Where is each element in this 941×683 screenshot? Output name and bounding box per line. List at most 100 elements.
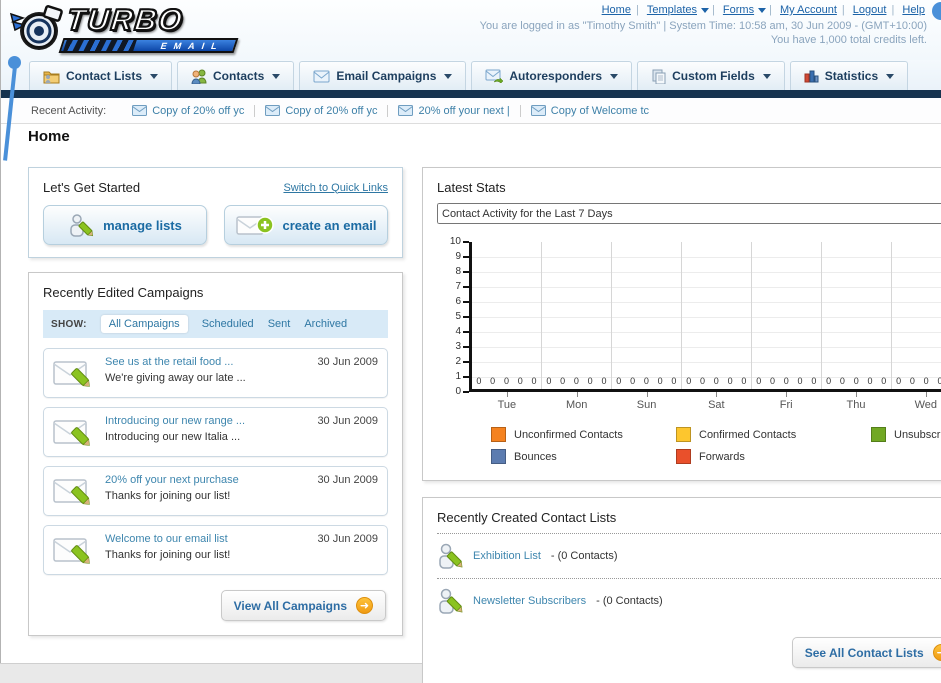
filter-scheduled[interactable]: Scheduled bbox=[202, 318, 254, 330]
campaign-date: 30 Jun 2009 bbox=[317, 356, 378, 368]
chart-value-label: 0 bbox=[909, 376, 915, 386]
recent-activity-item[interactable]: 20% off your next | bbox=[388, 104, 521, 117]
legend-label: Bounces bbox=[514, 450, 557, 463]
templates-dropdown-icon[interactable] bbox=[701, 7, 709, 13]
see-all-contact-lists-button[interactable]: See All Contact Lists ➜ bbox=[791, 637, 941, 668]
switch-quick-links[interactable]: Switch to Quick Links bbox=[283, 182, 388, 194]
campaign-row[interactable]: Introducing our new range ... 30 Jun 2009… bbox=[43, 407, 388, 457]
x-tick-label: Thu bbox=[821, 392, 891, 411]
corner-decoration-dot bbox=[932, 2, 941, 20]
latest-stats-panel: Latest Stats Contact Activity for the La… bbox=[422, 167, 941, 481]
filter-archived[interactable]: Archived bbox=[304, 318, 347, 330]
contacts-icon bbox=[191, 69, 207, 84]
x-tick-label: Sun bbox=[612, 392, 682, 411]
recent-activity-item[interactable]: Copy of 20% off yc bbox=[255, 104, 389, 117]
autoresponders-icon bbox=[485, 69, 504, 83]
tab-email-campaigns[interactable]: Email Campaigns bbox=[299, 61, 467, 90]
link-home[interactable]: Home bbox=[602, 4, 631, 16]
x-tick-label: Fri bbox=[751, 392, 821, 411]
chevron-down-icon bbox=[444, 73, 453, 79]
show-label: SHOW: bbox=[51, 318, 87, 330]
manage-lists-button[interactable]: manage lists bbox=[43, 205, 207, 245]
envelope-pencil-icon bbox=[53, 420, 90, 446]
chart-value-label: 0 bbox=[700, 376, 706, 386]
legend-swatch bbox=[676, 449, 691, 464]
x-tick-label: Sat bbox=[681, 392, 751, 411]
chevron-down-icon bbox=[150, 73, 159, 79]
chart-value-label: 0 bbox=[811, 376, 817, 386]
chart-value-label: 0 bbox=[713, 376, 719, 386]
campaign-row[interactable]: Welcome to our email list 30 Jun 2009 Tha… bbox=[43, 525, 388, 575]
chart-value-label: 0 bbox=[797, 376, 803, 386]
x-tick-label: Mon bbox=[542, 392, 612, 411]
chart-value-label: 0 bbox=[616, 376, 622, 386]
campaign-filter-bar: SHOW: All Campaigns Scheduled Sent Archi… bbox=[43, 310, 388, 338]
recent-activity-item[interactable]: Copy of Welcome tc bbox=[521, 105, 659, 117]
chart-value-label: 0 bbox=[560, 376, 566, 386]
tab-contacts[interactable]: Contacts bbox=[177, 61, 295, 90]
person-pencil-icon bbox=[70, 214, 94, 237]
link-my-account[interactable]: My Account bbox=[780, 4, 837, 16]
chart-value-label: 0 bbox=[769, 376, 775, 386]
campaign-date: 30 Jun 2009 bbox=[317, 533, 378, 545]
chart-category-group: 00000 bbox=[890, 242, 941, 389]
envelope-pencil-icon bbox=[53, 479, 90, 505]
contact-list-link[interactable]: Exhibition List bbox=[473, 550, 541, 562]
filter-sent[interactable]: Sent bbox=[268, 318, 291, 330]
link-help[interactable]: Help bbox=[902, 4, 925, 16]
statistics-icon bbox=[804, 70, 819, 83]
envelope-pencil-icon bbox=[53, 538, 90, 564]
campaign-list: See us at the retail food ... 30 Jun 2009… bbox=[43, 348, 388, 575]
header-links: Home | Templates | Forms | My Account | Logo… bbox=[480, 4, 927, 46]
navy-divider-bar bbox=[1, 90, 941, 98]
contact-list-row[interactable]: Newsletter Subscribers - (0 Contacts) bbox=[437, 579, 941, 623]
credits-text: You have 1,000 total credits left. bbox=[770, 34, 927, 46]
contact-list-row[interactable]: Exhibition List - (0 Contacts) bbox=[437, 534, 941, 579]
stats-report-select[interactable]: Contact Activity for the Last 7 Days bbox=[437, 203, 941, 224]
link-forms[interactable]: Forms bbox=[723, 4, 754, 16]
chart-value-label: 0 bbox=[686, 376, 692, 386]
turbo-email-logo: TURBO EMAIL bbox=[9, 3, 259, 56]
chart-value-label: 0 bbox=[937, 376, 941, 386]
logo-text-email: EMAIL bbox=[159, 40, 226, 51]
forms-dropdown-icon[interactable] bbox=[758, 7, 767, 13]
legend-item: Bounces bbox=[491, 449, 676, 464]
chart-value-label: 0 bbox=[531, 376, 537, 386]
chart-category-group: 00000 bbox=[680, 242, 751, 389]
campaign-title-link[interactable]: Introducing our new range ... bbox=[105, 415, 245, 427]
recent-activity-item[interactable]: Copy of 20% off yc bbox=[122, 104, 256, 117]
logo-stripes bbox=[63, 40, 137, 51]
tab-statistics[interactable]: Statistics bbox=[789, 61, 909, 90]
filter-all-campaigns[interactable]: All Campaigns bbox=[100, 315, 188, 333]
campaign-row[interactable]: See us at the retail food ... 30 Jun 2009… bbox=[43, 348, 388, 398]
recent-activity-label: Recent Activity: bbox=[31, 104, 107, 117]
chart-value-label: 0 bbox=[657, 376, 663, 386]
contact-lists-panel: Recently Created Contact Lists Exhibitio… bbox=[422, 497, 941, 683]
campaign-title-link[interactable]: 20% off your next purchase bbox=[105, 474, 239, 486]
tab-contact-lists[interactable]: Contact Lists bbox=[29, 61, 173, 90]
chart-value-label: 0 bbox=[587, 376, 593, 386]
chart-legend: Unconfirmed Contacts Confirmed Contacts Un… bbox=[491, 427, 941, 464]
chart-value-label: 0 bbox=[671, 376, 677, 386]
campaign-row[interactable]: 20% off your next purchase 30 Jun 2009 Th… bbox=[43, 466, 388, 516]
view-all-campaigns-button[interactable]: View All Campaigns ➜ bbox=[220, 590, 386, 621]
create-email-button[interactable]: create an email bbox=[224, 205, 388, 245]
campaign-title-link[interactable]: Welcome to our email list bbox=[105, 533, 228, 545]
logo-text-turbo: TURBO bbox=[64, 3, 186, 38]
tab-custom-fields[interactable]: Custom Fields bbox=[637, 61, 785, 90]
turbocharger-icon bbox=[9, 5, 63, 50]
envelope-icon bbox=[265, 105, 281, 116]
arrow-right-icon: ➜ bbox=[356, 597, 373, 614]
campaign-title-link[interactable]: See us at the retail food ... bbox=[105, 356, 233, 368]
chart-category-group: 00000 bbox=[472, 242, 541, 389]
get-started-title: Let's Get Started bbox=[43, 180, 141, 195]
chart-category-group: 00000 bbox=[750, 242, 821, 389]
link-logout[interactable]: Logout bbox=[853, 4, 887, 16]
legend-label: Confirmed Contacts bbox=[699, 428, 797, 441]
tab-autoresponders[interactable]: Autoresponders bbox=[471, 61, 633, 90]
contact-list-link[interactable]: Newsletter Subscribers bbox=[473, 595, 586, 607]
contact-list-count: - (0 Contacts) bbox=[550, 550, 618, 562]
link-templates[interactable]: Templates bbox=[647, 4, 697, 16]
envelope-icon bbox=[132, 105, 148, 116]
legend-swatch bbox=[491, 427, 506, 442]
